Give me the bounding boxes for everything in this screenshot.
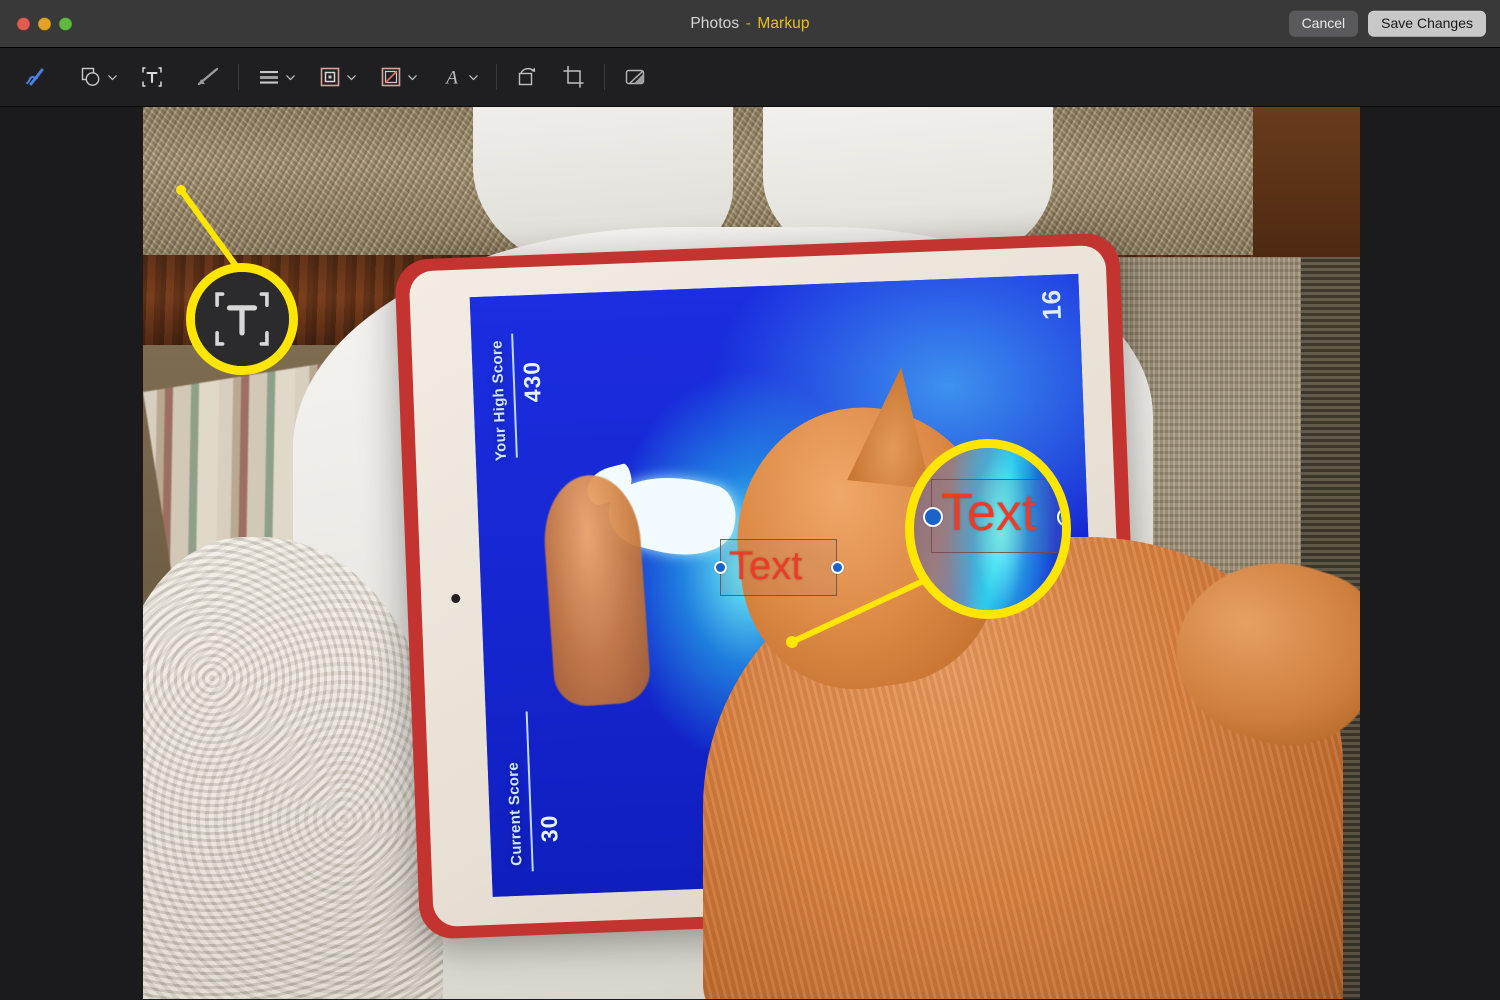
titlebar: Photos - Markup Cancel Save Changes	[0, 0, 1500, 48]
text-style-tool[interactable]: A	[435, 57, 483, 97]
traffic-lights	[17, 17, 72, 30]
toolbar-divider	[238, 64, 239, 90]
adjust-tool[interactable]	[618, 57, 652, 97]
rotate-tool[interactable]	[510, 57, 544, 97]
sketch-tool[interactable]	[18, 57, 52, 97]
svg-text:A: A	[444, 68, 458, 89]
toolbar-divider	[604, 64, 605, 90]
minimize-button[interactable]	[38, 17, 51, 30]
markup-toolbar: A	[0, 48, 1500, 107]
ipad-camera	[451, 593, 461, 604]
text-annotation[interactable]: Text	[729, 544, 802, 589]
fill-color-icon	[381, 67, 401, 87]
photo-image[interactable]: Your High Score 430 Current Score 30 16 …	[143, 107, 1360, 999]
callout-text-object: Text 16	[905, 439, 1071, 619]
sign-tool[interactable]	[191, 57, 225, 97]
signature-icon	[197, 67, 219, 86]
window-title: Photos - Markup	[0, 15, 1500, 33]
shapes-icon	[81, 67, 100, 86]
border-color-icon	[320, 67, 340, 87]
save-changes-button[interactable]: Save Changes	[1368, 10, 1486, 37]
lives-badge: 16	[1035, 288, 1067, 321]
text-tool-icon	[142, 67, 162, 87]
current-score-value: 30	[535, 814, 563, 844]
chevron-down-icon	[286, 74, 295, 80]
crop-icon	[563, 65, 584, 88]
cancel-button[interactable]: Cancel	[1288, 10, 1359, 37]
text-style-a-icon: A	[444, 68, 458, 89]
markup-window: Photos - Markup Cancel Save Changes A Yo…	[0, 0, 1500, 1000]
window-title-separator: -	[745, 14, 751, 32]
sketch-icon	[26, 68, 44, 86]
chevron-down-icon	[108, 74, 117, 80]
chevron-down-icon	[347, 74, 356, 80]
callout-text-object-content: Text 16	[914, 448, 1062, 610]
window-title-mode: Markup	[757, 14, 810, 32]
fill-color-tool[interactable]	[374, 57, 422, 97]
shapes-tool[interactable]	[74, 57, 122, 97]
window-title-app: Photos	[690, 14, 740, 32]
chevron-down-icon	[469, 74, 478, 80]
text-tool[interactable]	[135, 57, 169, 97]
high-score-value: 430	[518, 360, 546, 403]
border-color-tool[interactable]	[313, 57, 361, 97]
maximize-button[interactable]	[59, 17, 72, 30]
magnified-right-handle	[1057, 507, 1062, 527]
toolbar-divider	[496, 64, 497, 90]
callout-text-tool	[186, 263, 298, 375]
magnified-left-handle	[923, 507, 943, 527]
text-annotation-right-handle[interactable]	[831, 561, 844, 574]
callout-text-tool-content	[195, 272, 289, 366]
text-tool-icon-magnified	[215, 292, 269, 346]
close-button[interactable]	[17, 17, 30, 30]
magnified-text-annotation: Text	[941, 484, 1037, 542]
line-weight-icon	[260, 71, 278, 84]
shape-style-tool[interactable]	[252, 57, 300, 97]
chevron-down-icon	[408, 74, 417, 80]
adjust-icon	[625, 69, 645, 85]
rotate-icon	[518, 67, 536, 86]
text-annotation-left-handle[interactable]	[714, 561, 727, 574]
titlebar-actions: Cancel Save Changes	[1288, 10, 1486, 37]
photo-canvas[interactable]: Your High Score 430 Current Score 30 16 …	[0, 107, 1500, 1000]
crop-tool[interactable]	[557, 57, 591, 97]
